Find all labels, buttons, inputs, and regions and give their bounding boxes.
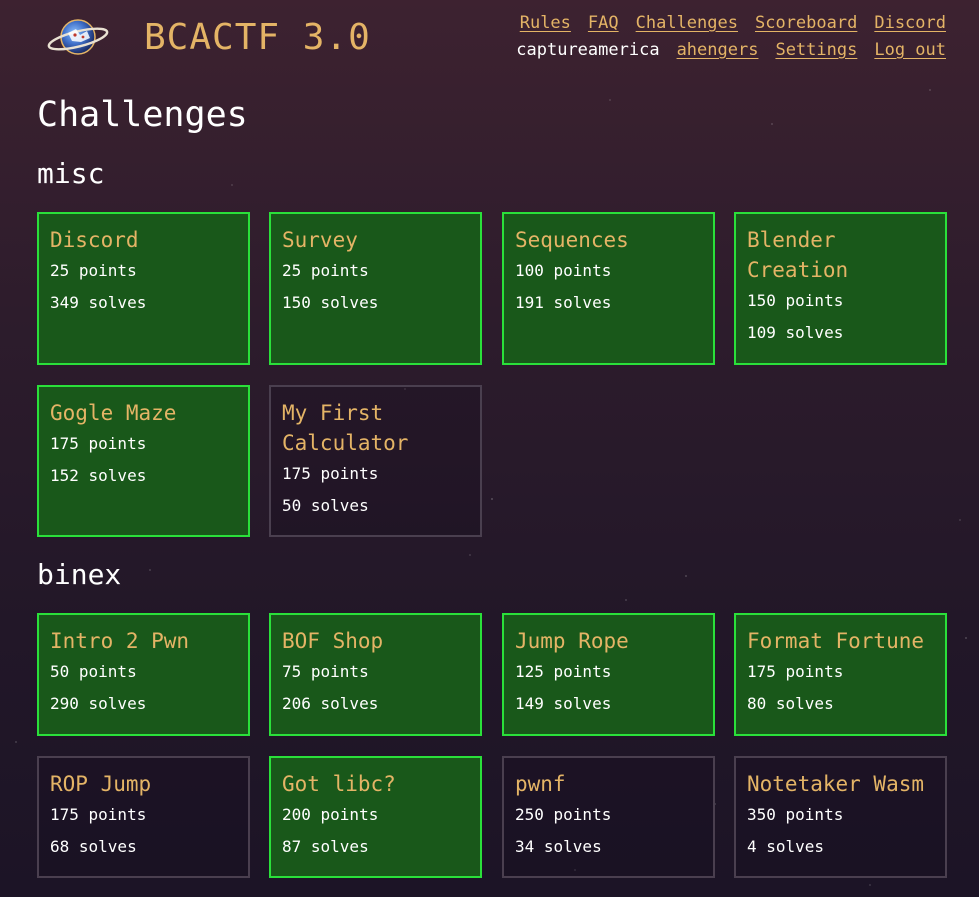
challenge-name: Survey [282,228,358,252]
challenge-solves: 149 solves [515,694,612,713]
challenge-solves: 109 solves [747,323,844,342]
team-link[interactable]: ahengers [677,37,759,64]
nav-row-primary: Rules FAQ Challenges Scoreboard Discord [516,10,946,37]
challenge-points: 200 points [282,805,379,824]
challenge-points: 50 points [50,662,137,681]
challenge-points: 100 points [515,261,612,280]
challenge-card[interactable]: My First Calculator 175 points 50 solves [269,385,482,537]
challenge-points: 250 points [515,805,612,824]
challenge-points: 150 points [747,291,844,310]
challenge-name: Gogle Maze [50,401,177,425]
challenge-card[interactable]: Discord 25 points 349 solves [37,212,250,365]
site-header: BCACTF 3.0 Rules FAQ Challenges Scoreboa… [0,0,979,80]
nav-link-scoreboard[interactable]: Scoreboard [755,10,857,37]
challenge-name: Jump Rope [515,629,629,653]
challenge-solves: 4 solves [747,837,825,856]
challenge-card[interactable]: Notetaker Wasm 350 points 4 solves [734,756,947,878]
challenge-name: Blender Creation [747,228,849,282]
challenge-solves: 152 solves [50,466,147,485]
challenge-card[interactable]: Survey 25 points 150 solves [269,212,482,365]
challenge-points: 25 points [282,261,369,280]
challenge-points: 175 points [50,434,147,453]
challenge-name: Notetaker Wasm [747,772,925,796]
challenge-card[interactable]: BOF Shop 75 points 206 solves [269,613,482,736]
challenge-solves: 34 solves [515,837,602,856]
nav-link-rules[interactable]: Rules [520,10,571,37]
planet-logo-icon[interactable] [46,14,110,60]
site-title[interactable]: BCACTF 3.0 [144,14,371,62]
challenge-card[interactable]: Got libc? 200 points 87 solves [269,756,482,878]
challenge-solves: 50 solves [282,496,369,515]
challenge-name: Got libc? [282,772,396,796]
challenge-name: pwnf [515,772,566,796]
category-title: misc [37,157,105,190]
challenge-points: 350 points [747,805,844,824]
nav-row-account: captureamerica ahengers Settings Log out [516,37,946,64]
challenge-name: Discord [50,228,139,252]
challenge-solves: 191 solves [515,293,612,312]
challenge-solves: 80 solves [747,694,834,713]
challenge-solves: 87 solves [282,837,369,856]
challenge-points: 175 points [50,805,147,824]
challenge-name: My First Calculator [282,401,409,455]
challenge-name: Format Fortune [747,629,925,653]
challenge-points: 25 points [50,261,137,280]
challenge-name: Sequences [515,228,629,252]
username-label: captureamerica [516,40,660,60]
challenge-solves: 206 solves [282,694,379,713]
challenge-points: 175 points [747,662,844,681]
challenge-solves: 68 solves [50,837,137,856]
challenge-card[interactable]: Format Fortune 175 points 80 solves [734,613,947,736]
settings-link[interactable]: Settings [775,37,857,64]
challenge-solves: 349 solves [50,293,147,312]
nav-link-challenges[interactable]: Challenges [636,10,738,37]
challenge-solves: 150 solves [282,293,379,312]
logout-link[interactable]: Log out [874,37,946,64]
challenge-card[interactable]: Jump Rope 125 points 149 solves [502,613,715,736]
challenge-card[interactable]: Intro 2 Pwn 50 points 290 solves [37,613,250,736]
challenge-solves: 290 solves [50,694,147,713]
challenge-card[interactable]: Gogle Maze 175 points 152 solves [37,385,250,537]
nav-link-discord[interactable]: Discord [874,10,946,37]
challenge-points: 175 points [282,464,379,483]
nav-link-faq[interactable]: FAQ [588,10,619,37]
challenge-card[interactable]: Blender Creation 150 points 109 solves [734,212,947,365]
challenge-name: Intro 2 Pwn [50,629,190,653]
challenge-card[interactable]: Sequences 100 points 191 solves [502,212,715,365]
challenge-card[interactable]: pwnf 250 points 34 solves [502,756,715,878]
category-title: binex [37,558,122,591]
challenge-name: ROP Jump [50,772,152,796]
challenge-card[interactable]: ROP Jump 175 points 68 solves [37,756,250,878]
page-title: Challenges [37,95,248,135]
main-nav: Rules FAQ Challenges Scoreboard Discord … [516,10,946,64]
challenge-points: 125 points [515,662,612,681]
challenge-name: BOF Shop [282,629,384,653]
challenge-points: 75 points [282,662,369,681]
